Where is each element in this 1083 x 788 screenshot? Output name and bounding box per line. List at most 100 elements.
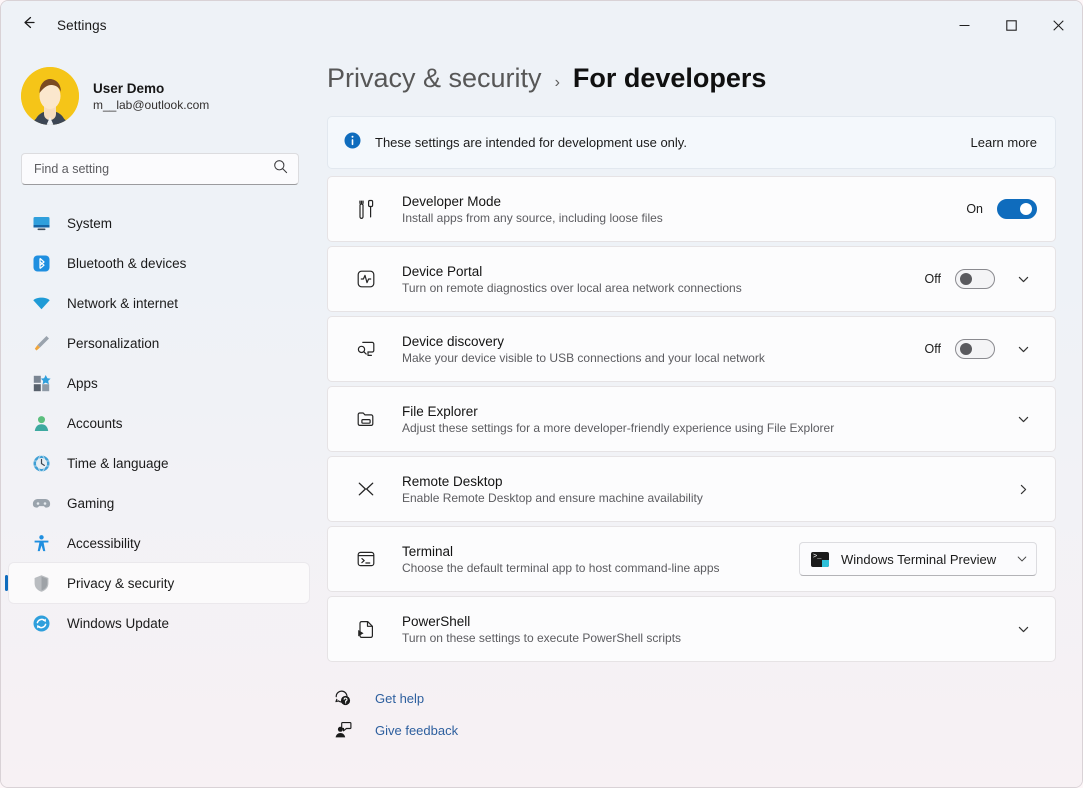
- setting-row-device-portal[interactable]: Device Portal Turn on remote diagnostics…: [327, 246, 1056, 312]
- wifi-icon: [31, 293, 51, 313]
- get-help-link[interactable]: Get help: [333, 688, 1056, 708]
- sidebar-item-label: System: [67, 216, 112, 231]
- sidebar-item-label: Network & internet: [67, 296, 178, 311]
- footer-link-label: Give feedback: [375, 723, 458, 738]
- dropdown-selected-value: Windows Terminal Preview: [841, 552, 996, 567]
- monitor-icon: [31, 213, 51, 233]
- apps-grid-icon: [31, 373, 51, 393]
- shield-icon: [31, 573, 51, 593]
- setting-title: Device discovery: [402, 334, 765, 349]
- powershell-icon: [354, 617, 378, 641]
- account-name: User Demo: [93, 81, 209, 96]
- sidebar-item-personalization[interactable]: Personalization: [9, 323, 309, 363]
- setting-subtitle: Adjust these settings for a more develop…: [402, 421, 834, 435]
- breadcrumb-separator-icon: ›: [555, 74, 560, 92]
- give-feedback-link[interactable]: Give feedback: [333, 720, 1056, 740]
- device-pulse-icon: [354, 267, 378, 291]
- breadcrumb: Privacy & security › For developers: [327, 49, 1056, 116]
- info-banner: These settings are intended for developm…: [327, 116, 1056, 169]
- accessibility-person-icon: [31, 533, 51, 553]
- sidebar-item-gaming[interactable]: Gaming: [9, 483, 309, 523]
- tools-wrench-screwdriver-icon: [354, 197, 378, 221]
- minimize-button[interactable]: [941, 1, 988, 49]
- bluetooth-icon: [31, 253, 51, 273]
- developer-mode-toggle[interactable]: [997, 199, 1037, 219]
- setting-row-powershell[interactable]: PowerShell Turn on these settings to exe…: [327, 596, 1056, 662]
- chevron-down-icon[interactable]: [1009, 265, 1037, 293]
- footer-link-label: Get help: [375, 691, 424, 706]
- sidebar-item-label: Windows Update: [67, 616, 169, 631]
- setting-row-file-explorer[interactable]: File Explorer Adjust these settings for …: [327, 386, 1056, 452]
- info-banner-text: These settings are intended for developm…: [375, 135, 687, 150]
- setting-title: Terminal: [402, 544, 720, 559]
- device-discovery-toggle[interactable]: [955, 339, 995, 359]
- window-title: Settings: [57, 18, 107, 33]
- setting-title: Remote Desktop: [402, 474, 703, 489]
- sidebar-item-label: Accounts: [67, 416, 123, 431]
- chevron-down-icon[interactable]: [1009, 405, 1037, 433]
- sidebar-item-time-language[interactable]: Time & language: [9, 443, 309, 483]
- sidebar-item-privacy-security[interactable]: Privacy & security: [9, 563, 309, 603]
- terminal-app-dropdown[interactable]: Windows Terminal Preview: [799, 542, 1037, 576]
- toggle-state-label: On: [966, 202, 983, 216]
- sidebar-item-label: Accessibility: [67, 536, 141, 551]
- sidebar-item-accounts[interactable]: Accounts: [9, 403, 309, 443]
- learn-more-link[interactable]: Learn more: [971, 135, 1037, 150]
- help-question-icon: [333, 688, 353, 708]
- setting-subtitle: Turn on these settings to execute PowerS…: [402, 631, 681, 645]
- remote-desktop-icon: [354, 477, 378, 501]
- sidebar-item-windows-update[interactable]: Windows Update: [9, 603, 309, 643]
- sidebar-item-system[interactable]: System: [9, 203, 309, 243]
- sidebar: User Demo m__lab@outlook.com: [1, 49, 321, 787]
- sidebar-item-label: Time & language: [67, 456, 169, 471]
- toggle-state-label: Off: [925, 342, 941, 356]
- setting-row-remote-desktop[interactable]: Remote Desktop Enable Remote Desktop and…: [327, 456, 1056, 522]
- settings-list: These settings are intended for developm…: [327, 116, 1056, 662]
- chevron-down-icon: [1016, 553, 1028, 565]
- sidebar-item-network-internet[interactable]: Network & internet: [9, 283, 309, 323]
- sidebar-item-accessibility[interactable]: Accessibility: [9, 523, 309, 563]
- setting-subtitle: Install apps from any source, including …: [402, 211, 663, 225]
- setting-row-developer-mode[interactable]: Developer Mode Install apps from any sou…: [327, 176, 1056, 242]
- close-button[interactable]: [1035, 1, 1082, 49]
- avatar: [21, 67, 79, 125]
- sidebar-item-label: Privacy & security: [67, 576, 174, 591]
- setting-title: Developer Mode: [402, 194, 663, 209]
- setting-title: Device Portal: [402, 264, 742, 279]
- windows-terminal-icon: [811, 552, 829, 567]
- search-input[interactable]: [34, 162, 273, 176]
- chevron-down-icon[interactable]: [1009, 615, 1037, 643]
- update-refresh-icon: [31, 613, 51, 633]
- settings-window: Settings: [0, 0, 1083, 788]
- gamepad-icon: [31, 493, 51, 513]
- device-portal-toggle[interactable]: [955, 269, 995, 289]
- sidebar-nav: System Bluetooth & devices: [1, 203, 321, 643]
- sidebar-item-apps[interactable]: Apps: [9, 363, 309, 403]
- title-bar: Settings: [1, 1, 1082, 49]
- setting-title: PowerShell: [402, 614, 681, 629]
- window-body: User Demo m__lab@outlook.com: [1, 49, 1082, 787]
- page-title: For developers: [573, 63, 767, 94]
- maximize-button[interactable]: [988, 1, 1035, 49]
- sidebar-item-label: Personalization: [67, 336, 159, 351]
- setting-row-device-discovery[interactable]: Device discovery Make your device visibl…: [327, 316, 1056, 382]
- breadcrumb-parent[interactable]: Privacy & security: [327, 63, 542, 94]
- setting-subtitle: Enable Remote Desktop and ensure machine…: [402, 491, 703, 505]
- setting-subtitle: Make your device visible to USB connecti…: [402, 351, 765, 365]
- footer-links: Get help Give feedback: [327, 688, 1056, 740]
- sidebar-item-bluetooth-devices[interactable]: Bluetooth & devices: [9, 243, 309, 283]
- toggle-state-label: Off: [925, 272, 941, 286]
- clock-globe-icon: [31, 453, 51, 473]
- account-email: m__lab@outlook.com: [93, 98, 209, 112]
- account-block[interactable]: User Demo m__lab@outlook.com: [1, 55, 321, 131]
- terminal-console-icon: [354, 547, 378, 571]
- setting-row-terminal[interactable]: Terminal Choose the default terminal app…: [327, 526, 1056, 592]
- chevron-down-icon[interactable]: [1009, 335, 1037, 363]
- back-button[interactable]: [11, 8, 45, 42]
- person-icon: [31, 413, 51, 433]
- back-arrow-icon: [20, 14, 37, 36]
- setting-title: File Explorer: [402, 404, 834, 419]
- search-box[interactable]: [21, 153, 299, 185]
- chevron-right-icon[interactable]: [1009, 475, 1037, 503]
- search-icon: [273, 159, 288, 179]
